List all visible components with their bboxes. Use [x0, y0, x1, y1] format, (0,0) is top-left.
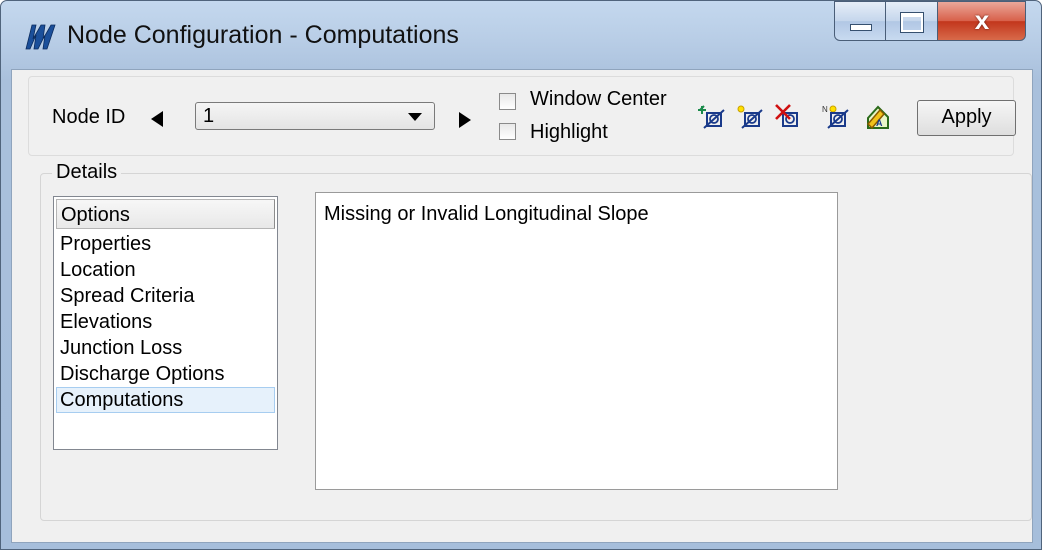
svg-text:A: A: [876, 118, 883, 128]
title-bar[interactable]: Node Configuration - Computations x: [1, 1, 1041, 69]
close-icon: x: [974, 5, 990, 35]
dialog-client-area: Node ID 1 Window Center Highlight N A Ap…: [11, 69, 1033, 543]
node-id-dropdown[interactable]: 1: [195, 102, 435, 130]
svg-text:N: N: [822, 105, 828, 114]
highlight-checkbox[interactable]: [499, 123, 516, 140]
minimize-icon: [850, 24, 872, 31]
minimize-button[interactable]: [834, 1, 886, 41]
list-item-computations[interactable]: Computations: [56, 387, 275, 413]
list-item-properties[interactable]: Properties: [56, 231, 275, 257]
node-id-label: Node ID: [52, 106, 126, 128]
list-item-spread-criteria[interactable]: Spread Criteria: [56, 283, 275, 309]
details-group-label: Details: [52, 161, 122, 184]
computations-output-box[interactable]: Missing or Invalid Longitudinal Slope: [315, 192, 838, 490]
app-logo-icon: [25, 24, 56, 50]
maximize-button[interactable]: [886, 1, 938, 41]
computation-message: Missing or Invalid Longitudinal Slope: [324, 203, 649, 225]
list-item-junction-loss[interactable]: Junction Loss: [56, 335, 275, 361]
next-node-arrow-icon[interactable]: [459, 112, 471, 128]
apply-button[interactable]: Apply: [917, 100, 1016, 136]
window-title: Node Configuration - Computations: [67, 21, 459, 49]
window-center-label: Window Center: [530, 88, 667, 110]
list-item-discharge-options[interactable]: Discharge Options: [56, 361, 275, 387]
list-item-elevations[interactable]: Elevations: [56, 309, 275, 335]
previous-node-arrow-icon[interactable]: [151, 111, 163, 127]
highlight-pencil-icon[interactable]: A: [864, 104, 892, 130]
maximize-icon: [900, 12, 924, 33]
node-id-value: 1: [203, 105, 215, 127]
close-button[interactable]: x: [938, 1, 1026, 41]
chevron-down-icon[interactable]: [408, 113, 422, 121]
list-item-location[interactable]: Location: [56, 257, 275, 283]
node-name-icon[interactable]: N: [822, 104, 850, 130]
options-list-header[interactable]: Options: [56, 199, 275, 229]
window-center-checkbox[interactable]: [499, 93, 516, 110]
select-node-icon[interactable]: [736, 104, 764, 130]
add-node-icon[interactable]: [698, 104, 726, 130]
delete-node-icon[interactable]: [774, 104, 802, 130]
highlight-label: Highlight: [530, 121, 608, 143]
node-configuration-window: Node Configuration - Computations x Node…: [0, 0, 1042, 550]
options-list[interactable]: Options Properties Location Spread Crite…: [53, 196, 278, 450]
